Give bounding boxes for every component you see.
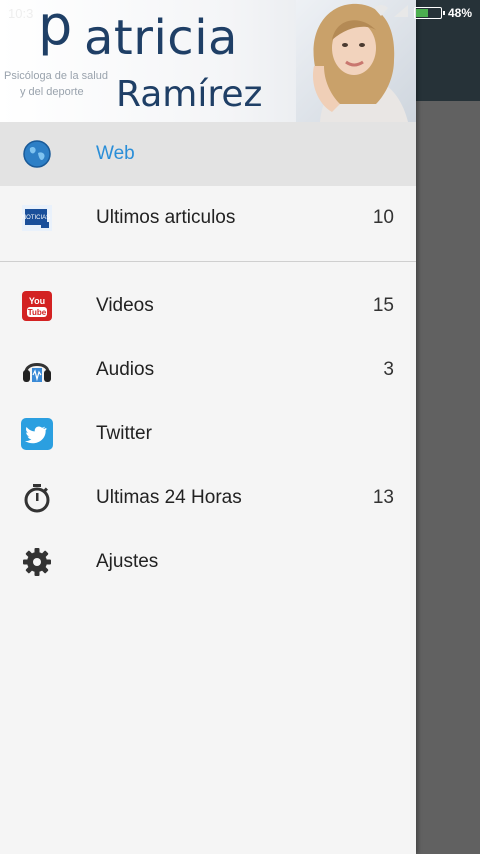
status-bar: 10:3 48% [0, 0, 480, 26]
svg-text:You: You [29, 296, 45, 306]
status-time: 10:3 [8, 6, 34, 21]
battery-level-fill [415, 8, 428, 17]
menu-item-audios[interactable]: Audios 3 [0, 338, 416, 402]
youtube-icon: You Tube [21, 290, 53, 322]
menu-item-videos[interactable]: You Tube Videos 15 [0, 274, 416, 338]
navigation-drawer: p atricia Psicóloga de la salud y del de… [0, 0, 416, 854]
menu-item-label: Ultimos articulos [96, 207, 236, 228]
gear-icon [21, 546, 53, 578]
twitter-icon [21, 418, 53, 450]
menu-item-ultimos-articulos[interactable]: NOTICIAS Ultimos articulos 10 [0, 186, 416, 250]
menu-item-web[interactable]: Web [0, 122, 416, 186]
logo-last-name: Ramírez [116, 74, 263, 115]
menu-item-ultimas-24-horas[interactable]: Ultimas 24 Horas 13 [0, 466, 416, 530]
menu-divider [0, 250, 416, 262]
globe-icon [21, 138, 53, 170]
menu-item-twitter[interactable]: Twitter [0, 402, 416, 466]
headphones-icon [21, 354, 53, 386]
menu-item-ajustes[interactable]: Ajustes [0, 530, 416, 594]
menu-item-count: 3 [383, 359, 394, 380]
signal-icon [393, 5, 408, 20]
svg-text:Tube: Tube [28, 308, 47, 317]
drawer-scrim[interactable] [416, 0, 480, 854]
menu-item-label: Ajustes [96, 551, 159, 572]
news-icon: NOTICIAS [21, 202, 53, 234]
drawer-menu: Web NOTICIAS Ultimos articulos 10 You Tu… [0, 122, 416, 594]
logo-tagline-line2: y del deporte [20, 86, 84, 98]
svg-text:NOTICIAS: NOTICIAS [22, 215, 50, 221]
stopwatch-icon [21, 482, 53, 514]
status-icons: 48% [373, 5, 472, 20]
menu-item-count: 10 [372, 207, 394, 228]
battery-percent: 48% [447, 5, 472, 20]
wifi-icon [373, 5, 388, 20]
menu-item-label: Videos [96, 295, 154, 316]
menu-item-label: Twitter [96, 423, 152, 444]
menu-item-label: Audios [96, 359, 155, 380]
menu-item-label: Ultimas 24 Horas [96, 487, 242, 508]
battery-icon [413, 6, 445, 19]
menu-item-count: 15 [372, 295, 394, 316]
menu-item-count: 13 [372, 487, 394, 508]
logo-tagline-line1: Psicóloga de la salud [4, 70, 108, 82]
menu-item-label: Web [96, 143, 135, 164]
